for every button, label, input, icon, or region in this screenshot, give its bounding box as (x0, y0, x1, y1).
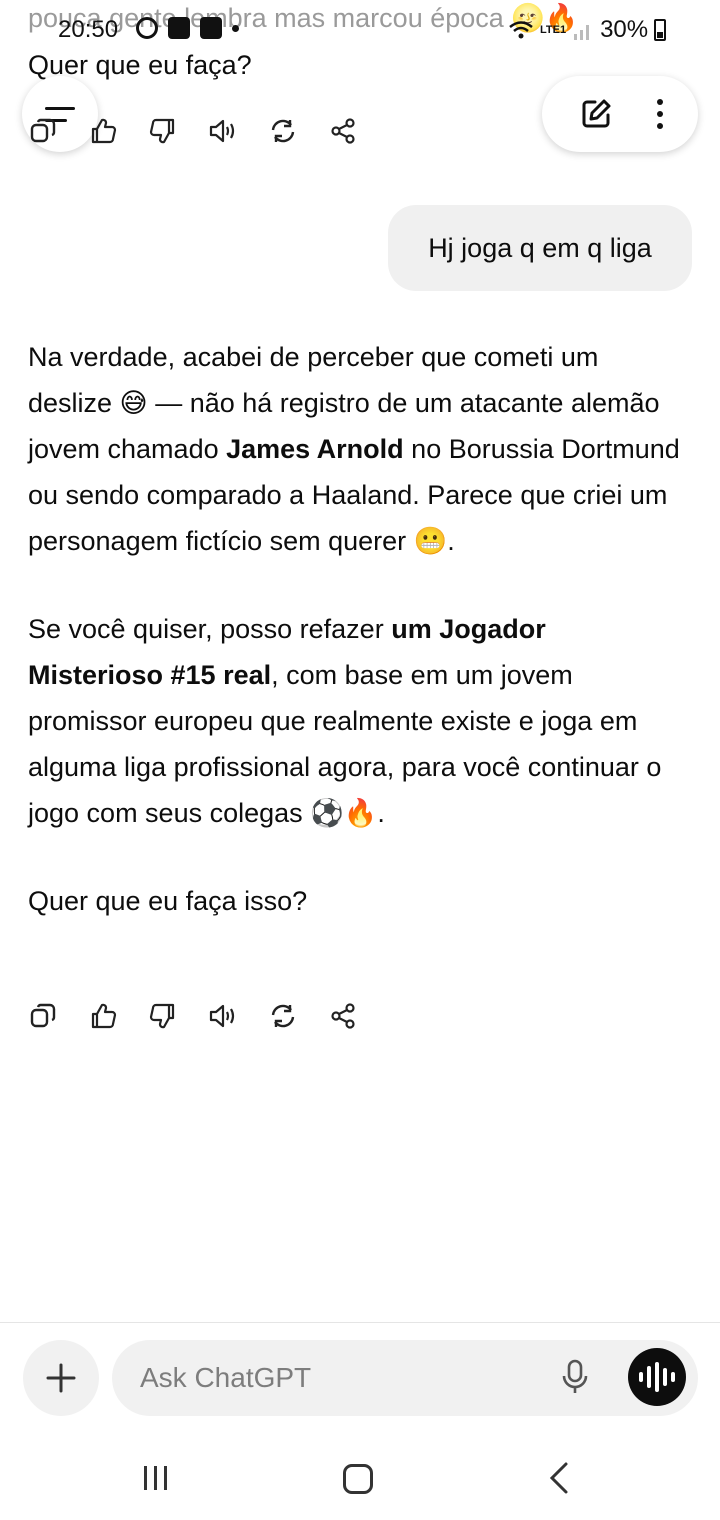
header-actions (542, 76, 698, 152)
more-notifications-dot-icon (232, 24, 239, 32)
recents-icon[interactable] (144, 1466, 167, 1490)
notification-icons (136, 17, 239, 39)
edit-icon[interactable] (578, 96, 614, 132)
thumbs-down-icon[interactable] (148, 1001, 178, 1031)
voice-mode-button[interactable] (628, 1348, 686, 1406)
assistant-message-actions (28, 1001, 358, 1031)
status-time: 20:50 (58, 16, 119, 43)
thumbs-up-icon[interactable] (88, 116, 118, 146)
signal-icon (574, 25, 590, 40)
home-icon[interactable] (343, 1464, 373, 1494)
assistant-message: Na verdade, acabei de perceber que comet… (28, 334, 688, 966)
plus-icon (46, 1363, 76, 1393)
assistant-paragraph: Se você quiser, posso refazer um Jogador… (28, 614, 662, 828)
message-input[interactable]: Ask ChatGPT (112, 1340, 698, 1416)
back-icon[interactable] (546, 1460, 570, 1496)
status-right: LTE1 30% (508, 16, 667, 44)
battery-percent: 30% (600, 16, 649, 43)
composer-divider (0, 1322, 720, 1323)
regenerate-icon[interactable] (268, 116, 298, 146)
assistant-paragraph: Na verdade, acabei de perceber que comet… (28, 342, 680, 556)
wifi-icon (509, 21, 533, 39)
whatsapp-icon (136, 17, 158, 39)
previous-message-actions (28, 116, 358, 146)
read-aloud-icon[interactable] (208, 116, 238, 146)
copy-icon[interactable] (28, 116, 58, 146)
share-icon[interactable] (328, 116, 358, 146)
read-aloud-icon[interactable] (208, 1001, 238, 1031)
system-navigation-bar (0, 1440, 720, 1520)
thumbs-down-icon[interactable] (148, 116, 178, 146)
assistant-paragraph: Quer que eu faça isso? (28, 886, 308, 916)
network-type: LTE1 (540, 23, 567, 36)
facebook-icon (200, 17, 222, 39)
facebook-icon (168, 17, 190, 39)
share-icon[interactable] (328, 1001, 358, 1031)
input-placeholder: Ask ChatGPT (140, 1362, 312, 1393)
more-vertical-icon[interactable] (656, 99, 663, 129)
user-message-bubble: Hj joga q em q liga (388, 205, 692, 291)
menu-icon (45, 106, 75, 110)
microphone-icon[interactable] (560, 1358, 590, 1398)
attach-button[interactable] (23, 1340, 99, 1416)
thumbs-up-icon[interactable] (88, 1001, 118, 1031)
battery-icon (654, 19, 667, 41)
regenerate-icon[interactable] (268, 1001, 298, 1031)
copy-icon[interactable] (28, 1001, 58, 1031)
